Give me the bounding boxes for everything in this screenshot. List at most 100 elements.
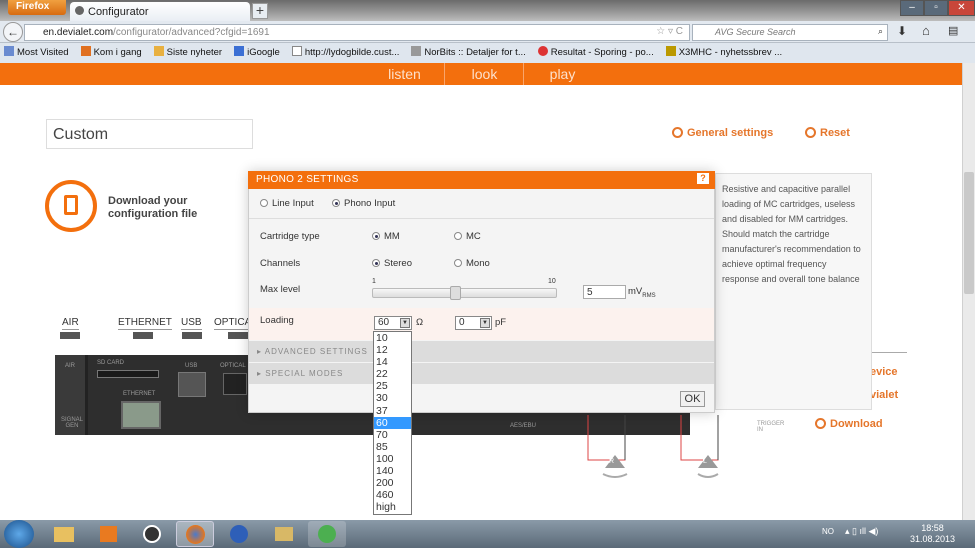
ok-button[interactable]: OK — [680, 391, 705, 407]
radio-phono-input[interactable]: Phono Input — [332, 198, 395, 209]
slider-handle[interactable] — [450, 286, 461, 300]
device-optical-label: OPTICAL — [220, 363, 246, 369]
favicon-icon — [75, 6, 84, 15]
play-circle-icon — [672, 127, 683, 138]
speaker-r-label: R — [609, 458, 615, 465]
bookmark-item[interactable]: Siste nyheter — [153, 46, 222, 63]
download-config-link[interactable]: Download your configuration file — [108, 195, 197, 221]
taskbar-firefox-icon[interactable] — [176, 521, 214, 547]
reset-link[interactable]: Reset — [805, 127, 850, 139]
taskbar-explorer-icon[interactable] — [45, 521, 83, 547]
loading-option[interactable]: 100 — [374, 453, 411, 465]
help-panel: Resistive and capacitive parallel loadin… — [715, 173, 872, 410]
bookmark-item[interactable]: X3MHC - nyhetssbrev ... — [665, 46, 782, 63]
max-level-input[interactable]: 5 — [583, 285, 626, 299]
loading-option[interactable]: 200 — [374, 477, 411, 489]
loading-option[interactable]: 22 — [374, 368, 411, 380]
loading-option[interactable]: 10 — [374, 332, 411, 344]
radio-line-input[interactable]: Line Input — [260, 198, 314, 209]
advanced-settings-toggle[interactable]: ▸ ADVANCED SETTINGS — [249, 341, 714, 362]
taskbar-app-icon[interactable] — [220, 521, 258, 547]
loading-option[interactable]: 140 — [374, 465, 411, 477]
start-button[interactable] — [4, 520, 34, 548]
device-link[interactable]: evice — [870, 366, 898, 378]
bookmark-star-icon[interactable]: ☆ ▿ C — [656, 26, 683, 37]
loading-option[interactable]: 60 — [374, 416, 411, 429]
port-dropdown-air[interactable] — [60, 332, 80, 339]
bookmarks-toolbar: Most Visited Kom i gang Siste nyheter iG… — [0, 43, 975, 63]
loading-label: Loading — [260, 315, 294, 326]
port-dropdown-ethernet[interactable] — [133, 332, 153, 339]
chevron-down-icon: ▼ — [480, 318, 490, 328]
minimize-button[interactable]: – — [900, 0, 924, 16]
clock[interactable]: 18:58 31.08.2013 — [910, 523, 955, 545]
loading-option[interactable]: 70 — [374, 429, 411, 441]
browser-tab[interactable]: Configurator — [70, 2, 250, 21]
radio-stereo[interactable]: Stereo — [372, 258, 412, 269]
url-bar[interactable]: en.devialet.com/configurator/advanced?cf… — [24, 24, 690, 41]
new-tab-button[interactable]: + — [252, 3, 268, 19]
devialet-link[interactable]: vialet — [870, 389, 898, 401]
taskbar-folder-icon[interactable] — [265, 521, 303, 547]
general-settings-link[interactable]: General settings — [672, 127, 773, 139]
device-ethernet-label: ETHERNET — [123, 391, 156, 397]
loading-option[interactable]: 12 — [374, 344, 411, 356]
play-circle-icon — [805, 127, 816, 138]
home-icon[interactable]: ⌂ — [922, 23, 930, 38]
loading-option[interactable]: 85 — [374, 441, 411, 453]
port-dropdown-optical[interactable] — [228, 332, 248, 339]
slider-max-label: 10 — [548, 278, 556, 285]
bookmark-item[interactable]: iGoogle — [234, 46, 280, 63]
bookmarks-menu-icon[interactable]: ▤ — [948, 24, 958, 37]
nav-listen[interactable]: listen — [365, 63, 445, 85]
port-label-air: AIR — [62, 317, 79, 330]
loading-select[interactable]: 60 ▼ — [374, 316, 412, 330]
language-indicator[interactable]: NO — [822, 527, 834, 536]
radio-mc[interactable]: MC — [454, 231, 481, 242]
config-name-input[interactable]: Custom — [46, 119, 253, 149]
radio-mono[interactable]: Mono — [454, 258, 490, 269]
tab-title: Configurator — [88, 6, 149, 18]
search-icon[interactable]: ⌕ — [878, 26, 883, 37]
close-button[interactable]: ✕ — [948, 0, 975, 16]
loading-option[interactable]: 37 — [374, 405, 411, 417]
pf-unit: pF — [495, 317, 507, 328]
device-sd-label: SD CARD — [97, 360, 125, 366]
back-button[interactable]: ← — [3, 22, 23, 42]
capacitance-select[interactable]: 0 ▼ — [455, 316, 492, 330]
search-input[interactable]: AVG Secure Search ⌕ — [692, 24, 888, 41]
special-modes-toggle[interactable]: ▸ SPECIAL MODES — [249, 363, 714, 384]
loading-option[interactable]: 14 — [374, 356, 411, 368]
loading-option[interactable]: 25 — [374, 380, 411, 392]
port-label-optical: OPTICA — [214, 317, 252, 330]
bookmark-item[interactable]: Most Visited — [4, 46, 69, 63]
ohm-unit: Ω — [416, 317, 424, 328]
loading-option[interactable]: 460 — [374, 489, 411, 501]
loading-dropdown-list[interactable]: 10 12 14 22 25 30 37 60 70 85 100 140 200 460 high — [373, 331, 412, 515]
help-button[interactable]: ? — [697, 173, 709, 184]
radio-mm[interactable]: MM — [372, 231, 400, 242]
bookmark-item[interactable]: http://lydogbilde.cust... — [291, 46, 399, 63]
device-trigger-label: TRIGGER IN — [757, 421, 785, 433]
download-link[interactable]: Download — [815, 418, 883, 430]
firefox-menu-button[interactable]: Firefox — [8, 0, 66, 15]
taskbar-media-icon[interactable] — [90, 521, 128, 547]
download-circle-icon — [815, 418, 826, 429]
download-arrow-icon[interactable]: ⬇ — [897, 24, 907, 38]
port-dropdown-usb[interactable] — [182, 332, 202, 339]
loading-option[interactable]: high — [374, 501, 411, 513]
taskbar-utorrent-icon[interactable] — [308, 521, 346, 547]
max-level-slider[interactable] — [372, 288, 557, 298]
sd-card-download-icon[interactable] — [45, 180, 97, 232]
tray-icons[interactable]: ▴ ▯ ıll ◀) — [845, 526, 878, 537]
bookmark-item[interactable]: NorBits :: Detaljer for t... — [411, 46, 526, 63]
divider — [249, 218, 714, 219]
bookmark-item[interactable]: Kom i gang — [80, 46, 142, 63]
scrollbar-thumb[interactable] — [964, 172, 974, 294]
nav-play[interactable]: play — [525, 63, 600, 85]
nav-look[interactable]: look — [446, 63, 524, 85]
bookmark-item[interactable]: Resultat - Sporing - po... — [537, 46, 654, 63]
taskbar-clock-icon[interactable] — [133, 521, 171, 547]
loading-option[interactable]: 30 — [374, 392, 411, 404]
maximize-button[interactable]: ▫ — [924, 0, 948, 16]
